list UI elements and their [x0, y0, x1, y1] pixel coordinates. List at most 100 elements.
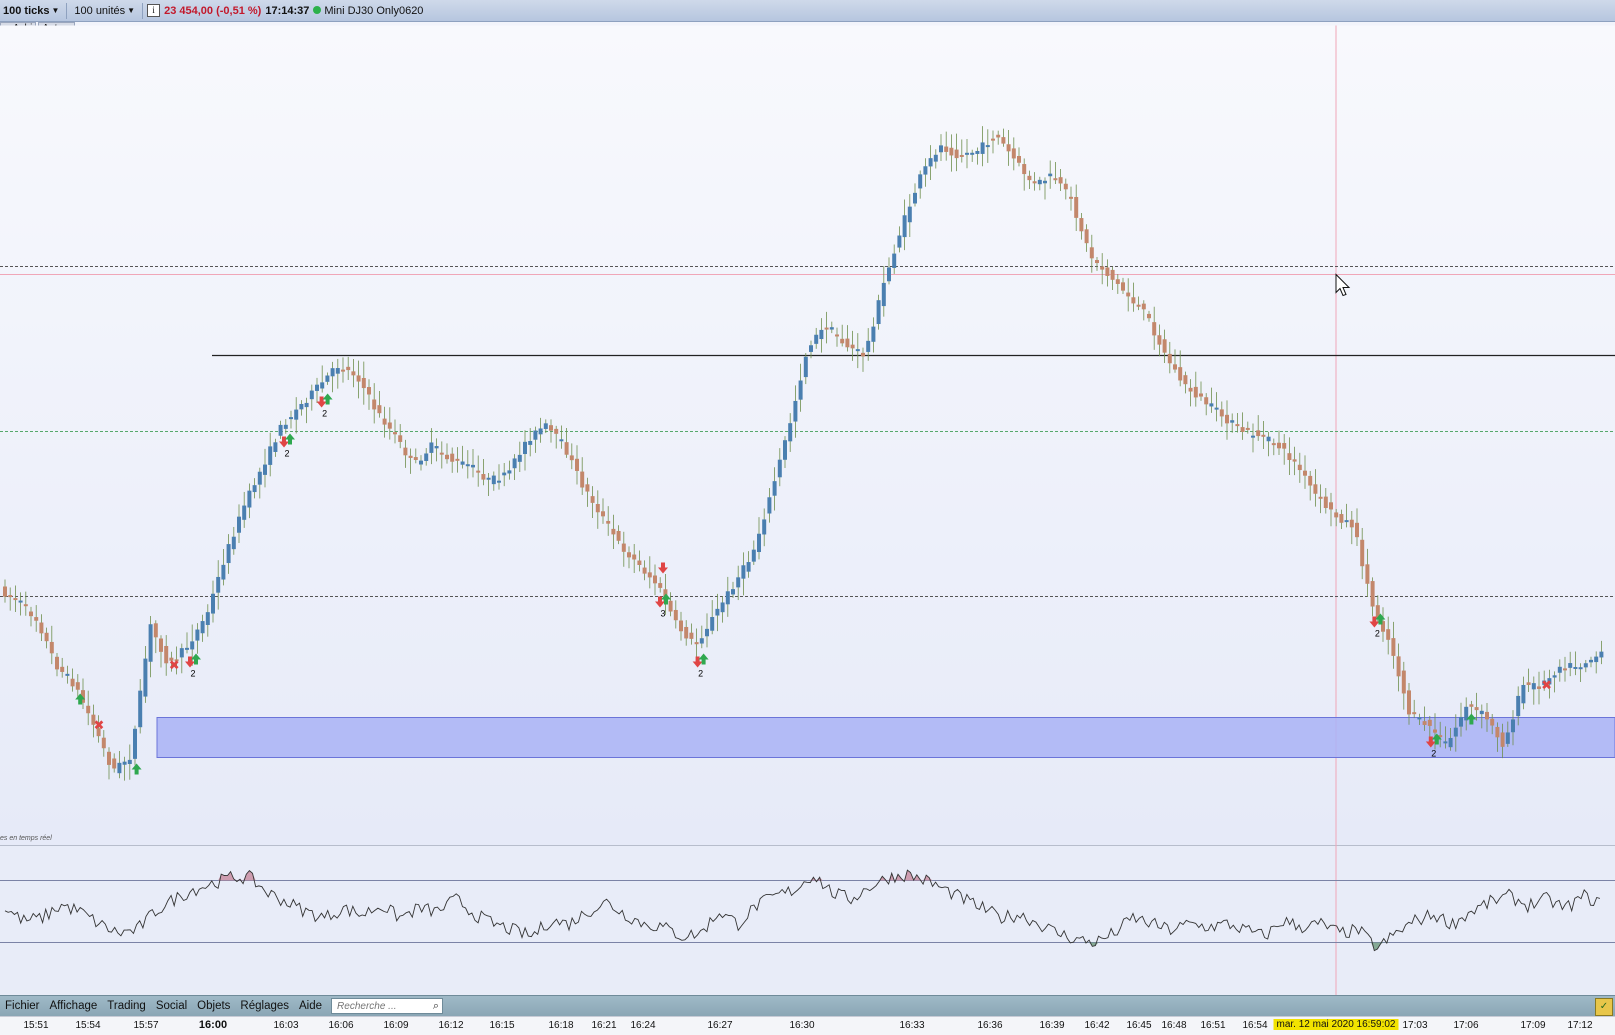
candle-up	[980, 142, 985, 154]
candle-down	[481, 474, 486, 480]
time-tick-label: 16:45	[1126, 1020, 1152, 1031]
info-icon[interactable]: i	[147, 4, 161, 17]
candle-down	[159, 638, 163, 652]
candle-up	[871, 326, 876, 342]
toolbar-divider	[66, 2, 68, 19]
time-tick-label: 16:39	[1039, 1020, 1065, 1031]
candle-down	[1162, 339, 1167, 353]
candle-up	[117, 762, 122, 774]
quantity-dropdown[interactable]: 100 unités ▼	[71, 2, 138, 20]
candle-down	[861, 352, 865, 357]
candle-down	[1115, 279, 1120, 284]
candle-up	[559, 439, 564, 442]
candle-up	[965, 152, 969, 155]
candle-up	[1578, 667, 1583, 670]
candle-down	[621, 543, 626, 552]
candle-up	[507, 470, 512, 474]
candle-up	[710, 617, 715, 631]
candle-down	[164, 645, 169, 664]
indicator-pane-background	[0, 845, 1615, 999]
search-input[interactable]	[335, 999, 428, 1013]
candle-down	[616, 530, 621, 541]
menu-help[interactable]: Aide	[294, 1000, 327, 1012]
search-icon[interactable]: ⌕	[433, 1000, 439, 1013]
time-tick-label: 15:54	[75, 1020, 101, 1031]
menu-settings[interactable]: Réglages	[235, 1000, 294, 1012]
candle-down	[1131, 297, 1136, 304]
candle-up	[18, 600, 23, 603]
candle-up	[185, 647, 189, 650]
candle-up	[887, 267, 891, 282]
candle-up	[803, 356, 808, 378]
interval-dropdown[interactable]: 100 ticks ▼	[0, 2, 62, 20]
candle-up	[866, 340, 871, 352]
time-axis: 15:51 15:54 15:57 16:00 16:03 16:06 16:09 16:12…	[0, 1016, 1615, 1035]
candle-down	[1147, 313, 1151, 319]
candle-down	[445, 454, 449, 460]
menu-display[interactable]: Affichage	[45, 1000, 103, 1012]
candle-up	[881, 282, 886, 307]
candle-down	[1017, 155, 1021, 163]
menu-social[interactable]: Social	[151, 1000, 192, 1012]
candle-down	[1303, 470, 1307, 476]
chart-tool-icon[interactable]: ✓	[1595, 998, 1613, 1016]
menu-objects[interactable]: Objets	[192, 1000, 235, 1012]
candle-up	[242, 505, 247, 520]
candle-up	[939, 145, 943, 153]
candle-down	[1386, 629, 1391, 640]
candle-up	[725, 591, 730, 605]
instrument-name[interactable]: Mini DJ30 Only0620	[313, 5, 423, 17]
candle-down	[1495, 726, 1500, 738]
candle-down	[1126, 292, 1131, 297]
candle-up	[1589, 659, 1593, 663]
close-position-icon: ✖	[1541, 679, 1552, 694]
candle-down	[1355, 522, 1359, 538]
candle-down	[1313, 484, 1318, 494]
candle-down	[959, 154, 964, 157]
candle-down	[590, 496, 595, 503]
candle-down	[575, 458, 579, 471]
candle-down	[1079, 218, 1084, 232]
candle-up	[819, 329, 824, 340]
candle-up	[252, 485, 257, 493]
price-chart[interactable]: ✖ ✖ 2 2 2 3 2 2 2 ✖	[0, 22, 1615, 1002]
candle-up	[491, 475, 496, 485]
time-tick-label: 16:36	[977, 1020, 1003, 1031]
candle-down	[1063, 183, 1068, 190]
candle-down	[86, 705, 91, 714]
candle-down	[1407, 690, 1411, 715]
demand-zone-rectangle[interactable]	[156, 717, 1615, 758]
candle-down	[346, 366, 351, 371]
candle-down	[585, 484, 590, 492]
candle-up	[1443, 741, 1448, 744]
candle-down	[1011, 148, 1016, 159]
candle-down	[372, 399, 377, 410]
candle-up	[1479, 710, 1484, 715]
candle-down	[341, 369, 345, 372]
live-status-icon	[313, 5, 322, 14]
candle-up	[1417, 717, 1422, 720]
candle-down	[1240, 427, 1245, 432]
candle-down	[1141, 303, 1146, 310]
candle-down	[367, 387, 371, 395]
time-tick-label: 17:09	[1520, 1020, 1546, 1031]
candle-up	[1552, 675, 1557, 678]
realtime-label: es en temps réel	[0, 835, 52, 842]
candle-down	[1485, 711, 1489, 720]
candle-up	[798, 380, 803, 400]
time-tick-label: 16:30	[789, 1020, 815, 1031]
candle-down	[1391, 638, 1396, 656]
menu-trading[interactable]: Trading	[102, 1000, 151, 1012]
candle-up	[528, 441, 533, 445]
candle-up	[783, 440, 787, 460]
time-tick-label: 17:12	[1567, 1020, 1593, 1031]
candle-up	[247, 490, 252, 508]
candle-down	[1433, 729, 1437, 733]
last-price: 23 454,00 (-0,51 %)	[164, 4, 262, 17]
candle-down	[684, 626, 689, 639]
candle-down	[153, 623, 158, 638]
candle-up	[471, 464, 475, 468]
menu-file[interactable]: Fichier	[0, 1000, 45, 1012]
candle-down	[1167, 353, 1172, 364]
candle-down	[1178, 367, 1183, 381]
